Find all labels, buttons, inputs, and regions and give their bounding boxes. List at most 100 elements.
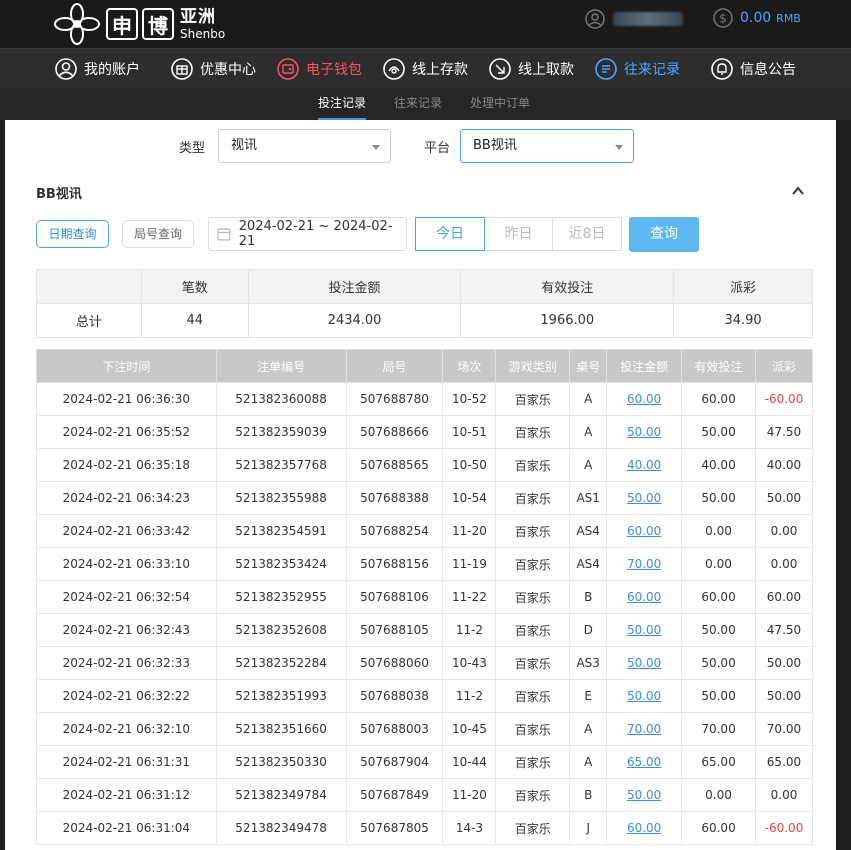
cell-table-no: AS1 [569,481,608,515]
records-panel: 类型 视讯 平台 BB视讯 BB视讯 日期查询 局号查询 2024-02-21 … [5,120,836,850]
cell-bet-time: 2024-02-21 06:34:23 [36,481,217,515]
cell-bet-amount[interactable]: 60.00 [606,514,683,548]
balance-display[interactable]: $ 0.00 RMB [713,8,801,28]
nav-withdraw[interactable]: 线上取款 [488,49,574,89]
cell-session: 10-43 [442,646,497,680]
user-menu[interactable] [585,9,683,29]
cell-bet-id: 521382360088 [215,382,347,416]
table-row: 2024-02-21 06:33:42 521382354591 507688254… [36,514,814,548]
cell-table-no: B [569,580,608,614]
chevron-down-icon [615,145,623,150]
user-icon [585,9,605,29]
cell-payout: 60.00 [754,580,814,614]
yesterday-button[interactable]: 昨日 [485,217,553,251]
tab-transactions[interactable]: 往来记录 [394,88,442,120]
cell-bet-amount[interactable]: 70.00 [606,712,683,746]
cell-bet-id: 521382359039 [215,415,347,449]
table-row: 2024-02-21 06:32:22 521382351993 507688038… [36,679,814,713]
cell-bet-time: 2024-02-21 06:35:52 [36,415,217,449]
cell-table-no: B [569,778,608,812]
cell-valid-bet: 65.00 [681,745,756,779]
cell-bet-amount[interactable]: 50.00 [606,415,683,449]
last-8-days-button[interactable]: 近8日 [553,217,622,251]
gift-icon [171,58,193,80]
summary-label: 总计 [36,303,142,338]
cell-payout: 50.00 [754,481,814,515]
cell-bet-amount[interactable]: 50.00 [606,646,683,680]
nav-e-wallet[interactable]: 电子钱包 [276,49,362,89]
summary-header-cell: 投注金额 [247,269,462,304]
cell-round-id: 507688038 [345,679,444,713]
cell-bet-amount[interactable]: 60.00 [606,580,683,614]
nav-records[interactable]: 往来记录 [594,49,680,89]
cell-round-id: 507688254 [345,514,444,548]
cell-valid-bet: 0.00 [681,514,756,548]
table-row: 2024-02-21 06:32:10 521382351660 507688003… [36,712,814,746]
cell-session: 10-44 [442,745,497,779]
cell-bet-amount[interactable]: 70.00 [606,547,683,581]
cell-bet-amount[interactable]: 65.00 [606,745,683,779]
nav-label: 电子钱包 [306,62,362,78]
nav-label: 线上存款 [412,62,468,78]
cell-table-no: A [569,745,608,779]
cell-session: 10-51 [442,415,497,449]
table-row: 2024-02-21 06:35:18 521382357768 507688565… [36,448,814,482]
balance-currency: RMB [776,11,801,25]
sub-nav: 投注记录 往来记录 处理中订单 [0,88,851,120]
cell-session: 11-19 [442,547,497,581]
table-row: 2024-02-21 06:31:04 521382349478 507687805… [36,811,814,845]
date-range-input[interactable]: 2024-02-21 ~ 2024-02-21 [208,217,407,251]
cell-bet-amount[interactable]: 50.00 [606,613,683,647]
nav-promotions[interactable]: 优惠中心 [170,49,256,89]
cell-valid-bet: 0.00 [681,547,756,581]
cell-bet-amount[interactable]: 50.00 [606,778,683,812]
cell-game-type: 百家乐 [495,712,571,746]
cell-bet-id: 521382357768 [215,448,347,482]
table-row: 2024-02-21 06:32:54 521382352955 507688106… [36,580,814,614]
today-button[interactable]: 今日 [415,217,485,251]
date-query-button[interactable]: 日期查询 [36,220,109,248]
cell-session: 10-52 [442,382,497,416]
cell-valid-bet: 50.00 [681,415,756,449]
cell-bet-time: 2024-02-21 06:31:12 [36,778,217,812]
cell-payout: 50.00 [754,646,814,680]
cell-session: 10-54 [442,481,497,515]
chevron-up-icon[interactable] [791,184,805,198]
cell-bet-id: 521382351660 [215,712,347,746]
cell-bet-id: 521382351993 [215,679,347,713]
nav-my-account[interactable]: 我的账户 [54,49,140,89]
summary-bet-amount: 2434.00 [247,303,462,338]
cell-bet-amount[interactable]: 50.00 [606,679,683,713]
cell-table-no: A [569,448,608,482]
cell-round-id: 507688105 [345,613,444,647]
cell-bet-amount[interactable]: 60.00 [606,382,683,416]
cell-table-no: A [569,415,608,449]
summary-row: 总计 44 2434.00 1966.00 34.90 [36,303,813,338]
cell-game-type: 百家乐 [495,547,571,581]
cell-payout: 40.00 [754,448,814,482]
user-circle-icon [55,58,77,80]
cell-bet-amount[interactable]: 60.00 [606,811,683,845]
summary-payout: 34.90 [673,303,813,338]
nav-deposit[interactable]: 线上存款 [382,49,468,89]
type-select[interactable]: 视讯 [218,129,391,163]
cell-table-no: AS3 [569,646,608,680]
cell-valid-bet: 50.00 [681,613,756,647]
cell-game-type: 百家乐 [495,580,571,614]
nav-announcements[interactable]: 信息公告 [710,49,796,89]
type-label: 类型 [179,141,206,156]
cell-bet-amount[interactable]: 50.00 [606,481,683,515]
tab-pending-orders[interactable]: 处理中订单 [470,88,530,120]
platform-select[interactable]: BB视讯 [460,129,634,163]
tab-bet-records[interactable]: 投注记录 [318,88,367,120]
chevron-down-icon [372,145,380,150]
cell-bet-time: 2024-02-21 06:31:04 [36,811,217,845]
cell-round-id: 507687849 [345,778,444,812]
round-query-button[interactable]: 局号查询 [122,220,194,248]
query-button[interactable]: 查询 [629,217,699,252]
cell-session: 10-45 [442,712,497,746]
summary-count: 44 [140,303,249,338]
platform-label: 平台 [424,141,451,156]
brand-logo[interactable]: 申 博 亚洲 Shenbo [52,2,225,46]
cell-bet-amount[interactable]: 40.00 [606,448,683,482]
